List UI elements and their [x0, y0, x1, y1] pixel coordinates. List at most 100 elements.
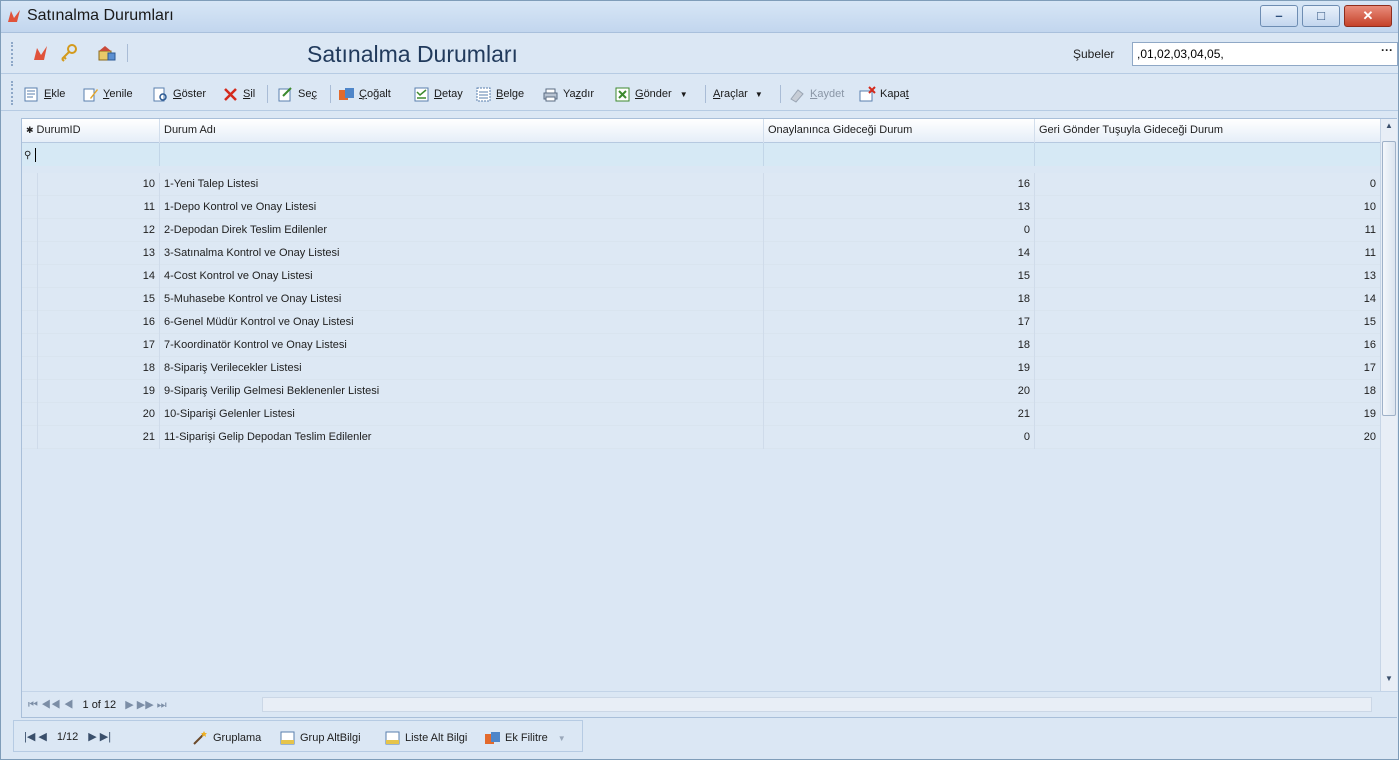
cell-durumid[interactable]: 16 [38, 311, 160, 334]
cell-geri-gonder[interactable]: 13 [1035, 265, 1380, 288]
cell-geri-gonder[interactable]: 11 [1035, 219, 1380, 242]
table-row[interactable]: 19 9-Sipariş Verilip Gelmesi Beklenenler … [22, 380, 1380, 403]
row-indicator[interactable] [22, 357, 38, 380]
cell-onaylaninca[interactable]: 18 [764, 288, 1035, 311]
nav-next-last-icon[interactable]: ▶ ▶| [88, 730, 111, 743]
cell-onaylaninca[interactable]: 20 [764, 380, 1035, 403]
kapat-button[interactable]: Kapat [859, 84, 909, 104]
cell-geri-gonder[interactable]: 17 [1035, 357, 1380, 380]
goster-button[interactable]: Göster [152, 84, 206, 104]
table-row[interactable]: 14 4-Cost Kontrol ve Onay Listesi 15 13 [22, 265, 1380, 288]
cell-geri-gonder[interactable]: 10 [1035, 196, 1380, 219]
row-indicator[interactable] [22, 334, 38, 357]
ekle-button[interactable]: Ekle [23, 84, 65, 104]
toolbar-grip[interactable] [11, 42, 14, 66]
cell-onaylaninca[interactable]: 17 [764, 311, 1035, 334]
cell-geri-gonder[interactable]: 19 [1035, 403, 1380, 426]
cell-onaylaninca[interactable]: 21 [764, 403, 1035, 426]
cell-onaylaninca[interactable]: 13 [764, 196, 1035, 219]
cell-durumid[interactable]: 20 [38, 403, 160, 426]
cell-geri-gonder[interactable]: 0 [1035, 173, 1380, 196]
cell-durumid[interactable]: 15 [38, 288, 160, 311]
grup-altbilgi-button[interactable]: Grup AltBilgi [279, 730, 361, 746]
table-row[interactable]: 15 5-Muhasebe Kontrol ve Onay Listesi 18 14 [22, 288, 1380, 311]
cell-onaylaninca[interactable]: 16 [764, 173, 1035, 196]
cell-onaylaninca[interactable]: 15 [764, 265, 1035, 288]
cell-durum-adi[interactable]: 1-Yeni Talep Listesi [160, 173, 764, 196]
cell-durumid[interactable]: 13 [38, 242, 160, 265]
maximize-button[interactable]: □ [1302, 5, 1340, 27]
filter-cell-onaylaninca[interactable] [764, 143, 1035, 166]
yazdir-button[interactable]: Yazdır [542, 84, 594, 104]
kaydet-button[interactable]: Kaydet [789, 84, 844, 104]
subeler-input[interactable] [1132, 42, 1398, 66]
column-header-durum-adi[interactable]: Durum Adı [160, 119, 764, 143]
title-bar[interactable]: Satınalma Durumları – □ ✕ [1, 1, 1398, 33]
table-row[interactable]: 10 1-Yeni Talep Listesi 16 0 [22, 173, 1380, 196]
minimize-button[interactable]: – [1260, 5, 1298, 27]
cell-durumid[interactable]: 21 [38, 426, 160, 449]
table-row[interactable]: 11 1-Depo Kontrol ve Onay Listesi 13 10 [22, 196, 1380, 219]
liste-alt-bilgi-button[interactable]: Liste Alt Bilgi [384, 730, 467, 746]
row-indicator[interactable] [22, 196, 38, 219]
cell-durumid[interactable]: 18 [38, 357, 160, 380]
filter-cell-durumid[interactable]: ⚲ [22, 143, 160, 166]
sil-button[interactable]: Sil [222, 84, 255, 104]
cell-durum-adi[interactable]: 3-Satınalma Kontrol ve Onay Listesi [160, 242, 764, 265]
cell-onaylaninca[interactable]: 0 [764, 219, 1035, 242]
column-header-durumid[interactable]: ✱ DurumID [22, 119, 160, 143]
row-indicator[interactable] [22, 380, 38, 403]
gruplama-button[interactable]: Gruplama [192, 730, 261, 746]
scrollbar-thumb[interactable] [1382, 141, 1396, 416]
gonder-button[interactable]: Gönder ▼ [614, 84, 688, 104]
close-window-button[interactable]: ✕ [1344, 5, 1392, 27]
yenile-button[interactable]: Yenile [82, 84, 133, 104]
cell-geri-gonder[interactable]: 20 [1035, 426, 1380, 449]
araclar-menu[interactable]: Araçlar ▼ [713, 84, 763, 104]
key-icon[interactable] [59, 43, 79, 63]
row-indicator[interactable] [22, 173, 38, 196]
cell-durum-adi[interactable]: 6-Genel Müdür Kontrol ve Onay Listesi [160, 311, 764, 334]
column-header-geri-gonder[interactable]: Geri Gönder Tuşuyla Gideceği Durum [1035, 119, 1380, 143]
belge-button[interactable]: Belge [475, 84, 524, 104]
column-header-onaylaninca[interactable]: Onaylanınca Gideceği Durum [764, 119, 1035, 143]
toolbar-grip[interactable] [11, 81, 14, 105]
row-indicator[interactable] [22, 426, 38, 449]
detay-button[interactable]: Detay [413, 84, 463, 104]
logo-icon[interactable] [31, 43, 51, 63]
table-row[interactable]: 17 7-Koordinatör Kontrol ve Onay Listesi 1… [22, 334, 1380, 357]
cell-geri-gonder[interactable]: 18 [1035, 380, 1380, 403]
table-row[interactable]: 16 6-Genel Müdür Kontrol ve Onay Listesi 1… [22, 311, 1380, 334]
cell-durumid[interactable]: 17 [38, 334, 160, 357]
scroll-up-icon[interactable]: ▲ [1381, 121, 1397, 135]
filter-cell-geri-gonder[interactable] [1035, 143, 1380, 166]
row-indicator[interactable] [22, 311, 38, 334]
cell-durumid[interactable]: 19 [38, 380, 160, 403]
cell-durum-adi[interactable]: 10-Siparişi Gelenler Listesi [160, 403, 764, 426]
cell-onaylaninca[interactable]: 19 [764, 357, 1035, 380]
nav-first-prev-icon[interactable]: |◀ ◀ [24, 730, 47, 743]
cell-geri-gonder[interactable]: 14 [1035, 288, 1380, 311]
cell-geri-gonder[interactable]: 16 [1035, 334, 1380, 357]
row-indicator[interactable] [22, 403, 38, 426]
navigator-next-last-icon[interactable]: ▶ ▶▶ ⏭ [125, 699, 166, 711]
cell-geri-gonder[interactable]: 11 [1035, 242, 1380, 265]
cell-durum-adi[interactable]: 4-Cost Kontrol ve Onay Listesi [160, 265, 764, 288]
row-indicator[interactable] [22, 219, 38, 242]
cell-durum-adi[interactable]: 11-Siparişi Gelip Depodan Teslim Edilenl… [160, 426, 764, 449]
horizontal-scrollbar[interactable] [262, 697, 1372, 712]
subeler-ellipsis-button[interactable]: ··· [1378, 43, 1396, 65]
cell-durumid[interactable]: 12 [38, 219, 160, 242]
filter-cell-durum-adi[interactable] [160, 143, 764, 166]
row-indicator[interactable] [22, 242, 38, 265]
cell-geri-gonder[interactable]: 15 [1035, 311, 1380, 334]
cell-onaylaninca[interactable]: 0 [764, 426, 1035, 449]
sec-button[interactable]: Seç [277, 84, 317, 104]
cell-durumid[interactable]: 11 [38, 196, 160, 219]
table-row[interactable]: 18 8-Sipariş Verilecekler Listesi 19 17 [22, 357, 1380, 380]
scroll-down-icon[interactable]: ▼ [1381, 674, 1397, 688]
cell-durum-adi[interactable]: 5-Muhasebe Kontrol ve Onay Listesi [160, 288, 764, 311]
navigator-first-prev-icon[interactable]: ⏮ ◀◀ ◀ [28, 699, 73, 711]
cell-durumid[interactable]: 10 [38, 173, 160, 196]
table-row[interactable]: 12 2-Depodan Direk Teslim Edilenler 0 11 [22, 219, 1380, 242]
